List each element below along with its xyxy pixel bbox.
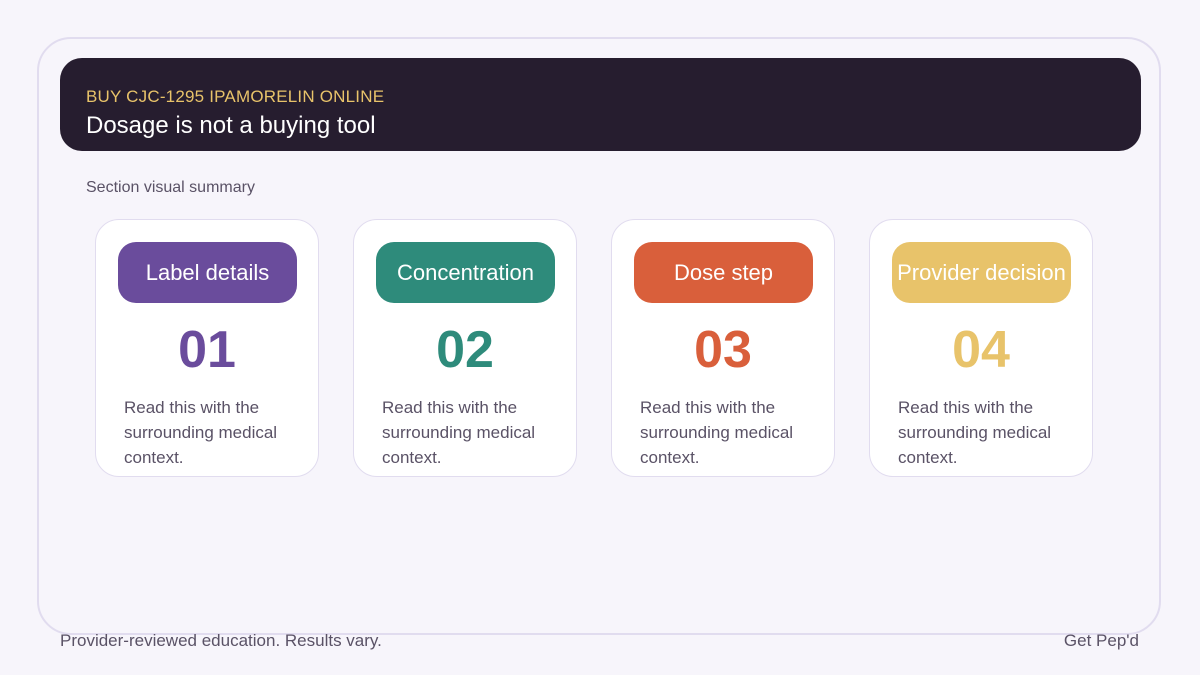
step-description: Read this with the surrounding medical c… — [640, 398, 794, 467]
step-pill: Dose step — [634, 242, 813, 303]
step-number: 01 — [178, 321, 236, 379]
step-card-dose-step: Dose step 03 Read this with the surround… — [611, 219, 835, 477]
step-number: 04 — [952, 321, 1010, 379]
footer-disclaimer: Provider-reviewed education. Results var… — [60, 631, 382, 650]
header-banner: BUY CJC-1295 IPAMORELIN ONLINE Dosage is… — [60, 58, 1141, 151]
step-description: Read this with the surrounding medical c… — [124, 398, 278, 467]
step-card-provider-decision: Provider decision 04 Read this with the … — [869, 219, 1093, 477]
page-title: Dosage is not a buying tool — [86, 112, 376, 139]
step-description: Read this with the surrounding medical c… — [898, 398, 1052, 467]
header-kicker: BUY CJC-1295 IPAMORELIN ONLINE — [86, 87, 385, 106]
footer-brand: Get Pep'd — [1063, 631, 1139, 650]
step-card-label-details: Label details 01 Read this with the surr… — [95, 219, 319, 477]
step-description: Read this with the surrounding medical c… — [382, 398, 536, 467]
section-label: Section visual summary — [86, 179, 255, 196]
step-pill: Label details — [118, 242, 297, 303]
step-pill: Provider decision — [892, 242, 1071, 303]
step-number: 02 — [436, 321, 494, 379]
step-pill: Concentration — [376, 242, 555, 303]
step-card-concentration: Concentration 02 Read this with the surr… — [353, 219, 577, 477]
step-number: 03 — [694, 321, 752, 379]
